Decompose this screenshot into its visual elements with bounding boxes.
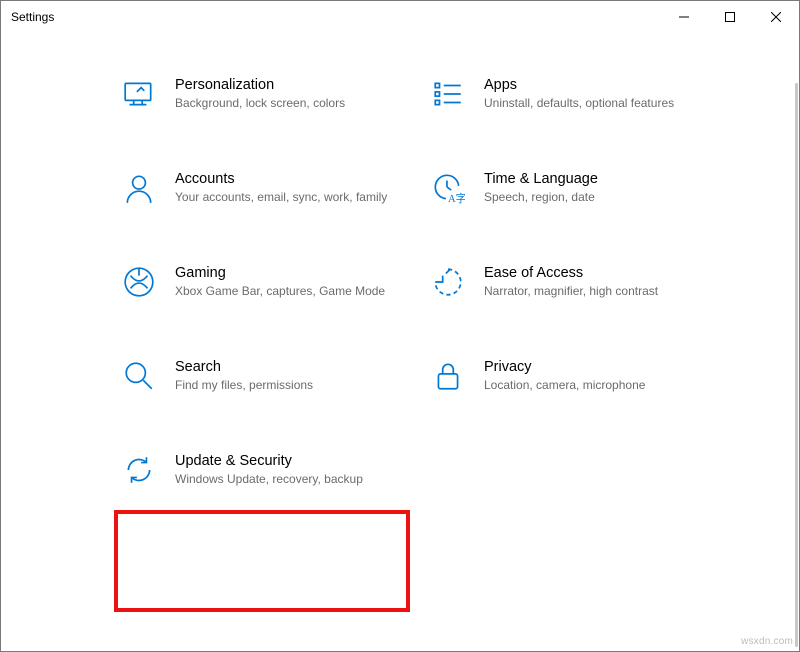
tile-subtitle: Xbox Game Bar, captures, Game Mode — [175, 283, 385, 299]
tile-subtitle: Location, camera, microphone — [484, 377, 645, 393]
tile-title: Apps — [484, 77, 674, 93]
window-controls — [661, 1, 799, 33]
tile-subtitle: Windows Update, recovery, backup — [175, 471, 363, 487]
settings-grid: Personalization Background, lock screen,… — [1, 33, 799, 493]
tile-update-security[interactable]: Update & Security Windows Update, recove… — [121, 449, 410, 493]
search-icon — [121, 359, 157, 395]
tile-title: Update & Security — [175, 453, 363, 469]
maximize-icon — [725, 12, 735, 22]
update-security-icon — [121, 453, 157, 489]
tile-subtitle: Your accounts, email, sync, work, family — [175, 189, 387, 205]
close-button[interactable] — [753, 1, 799, 33]
tile-subtitle: Uninstall, defaults, optional features — [484, 95, 674, 111]
tile-search[interactable]: Search Find my files, permissions — [121, 355, 410, 399]
accounts-icon — [121, 171, 157, 207]
privacy-icon — [430, 359, 466, 395]
tile-accounts[interactable]: Accounts Your accounts, email, sync, wor… — [121, 167, 410, 211]
tile-gaming[interactable]: Gaming Xbox Game Bar, captures, Game Mod… — [121, 261, 410, 305]
apps-icon — [430, 77, 466, 113]
tile-title: Search — [175, 359, 313, 375]
tile-subtitle: Speech, region, date — [484, 189, 598, 205]
tile-privacy[interactable]: Privacy Location, camera, microphone — [430, 355, 719, 399]
tile-apps[interactable]: Apps Uninstall, defaults, optional featu… — [430, 73, 719, 117]
tile-title: Gaming — [175, 265, 385, 281]
titlebar: Settings — [1, 1, 799, 33]
minimize-icon — [679, 12, 689, 22]
personalization-icon — [121, 77, 157, 113]
gaming-icon — [121, 265, 157, 301]
tile-subtitle: Narrator, magnifier, high contrast — [484, 283, 658, 299]
minimize-button[interactable] — [661, 1, 707, 33]
maximize-button[interactable] — [707, 1, 753, 33]
tile-personalization[interactable]: Personalization Background, lock screen,… — [121, 73, 410, 117]
tile-title: Accounts — [175, 171, 387, 187]
tile-time-language[interactable]: A字 Time & Language Speech, region, date — [430, 167, 719, 211]
tile-title: Ease of Access — [484, 265, 658, 281]
watermark: wsxdn.com — [741, 636, 793, 647]
tile-subtitle: Background, lock screen, colors — [175, 95, 345, 111]
tile-title: Privacy — [484, 359, 645, 375]
tile-ease-of-access[interactable]: Ease of Access Narrator, magnifier, high… — [430, 261, 719, 305]
scrollbar[interactable] — [795, 83, 798, 647]
highlight-box — [114, 510, 410, 612]
ease-of-access-icon — [430, 265, 466, 301]
settings-window: Settings Personalization Background, loc… — [0, 0, 800, 652]
tile-title: Time & Language — [484, 171, 598, 187]
tile-title: Personalization — [175, 77, 345, 93]
window-title: Settings — [11, 10, 54, 24]
tile-subtitle: Find my files, permissions — [175, 377, 313, 393]
svg-text:A字: A字 — [448, 192, 465, 205]
close-icon — [771, 12, 781, 22]
time-language-icon: A字 — [430, 171, 466, 207]
